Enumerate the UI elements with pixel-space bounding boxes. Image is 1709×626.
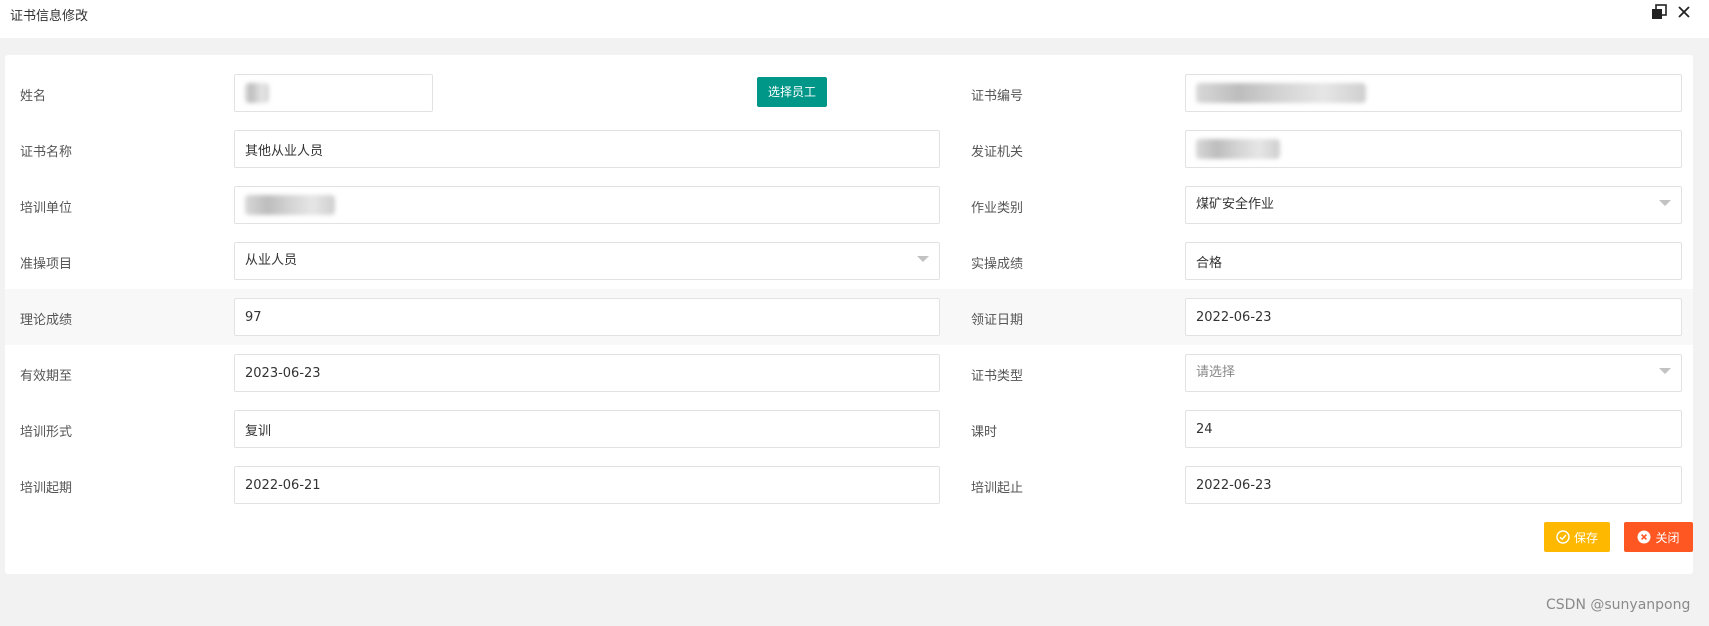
training-start-input[interactable] — [234, 466, 940, 504]
permitted-operation-value: 从业人员 — [245, 253, 298, 268]
chevron-down-icon — [1659, 368, 1671, 374]
redacted-issuing-authority — [1196, 138, 1280, 159]
name-field[interactable] — [234, 74, 433, 112]
certificate-number-field[interactable] — [1185, 74, 1682, 112]
valid-until-input[interactable] — [234, 354, 940, 392]
chevron-down-icon — [917, 256, 929, 262]
issuing-authority-field[interactable] — [1185, 130, 1682, 168]
theory-score-label: 理论成绩 — [20, 313, 73, 328]
issue-date-input[interactable] — [1185, 298, 1682, 336]
restore-window-icon[interactable] — [1651, 4, 1667, 20]
form-row: 有效期至 证书类型 请选择 — [5, 345, 1693, 401]
select-employee-button[interactable]: 选择员工 — [757, 77, 827, 107]
form-row: 培训单位 作业类别 煤矿安全作业 — [5, 177, 1693, 233]
training-form-label: 培训形式 — [20, 425, 73, 440]
save-label: 保存 — [1573, 530, 1598, 545]
close-icon[interactable] — [1676, 4, 1692, 20]
close-label: 关闭 — [1655, 530, 1680, 545]
check-circle-icon — [1556, 530, 1570, 544]
form-row: 培训形式 课时 — [5, 401, 1693, 457]
training-end-label: 培训起止 — [971, 481, 1024, 496]
class-hours-input[interactable] — [1185, 410, 1682, 448]
permitted-operation-select[interactable]: 从业人员 — [234, 242, 940, 280]
save-button[interactable]: 保存 — [1544, 522, 1610, 552]
certificate-name-input[interactable] — [234, 130, 940, 168]
issue-date-label: 领证日期 — [971, 313, 1024, 328]
work-category-select[interactable]: 煤矿安全作业 — [1185, 186, 1682, 224]
certificate-type-placeholder: 请选择 — [1196, 365, 1236, 380]
training-unit-field[interactable] — [234, 186, 940, 224]
close-button[interactable]: 关闭 — [1624, 522, 1693, 552]
window-title: 证书信息修改 — [10, 9, 89, 24]
redacted-certificate-number — [1196, 82, 1366, 103]
certificate-type-label: 证书类型 — [971, 369, 1024, 384]
valid-until-label: 有效期至 — [20, 369, 73, 384]
window-titlebar: 证书信息修改 — [0, 0, 1709, 38]
name-label: 姓名 — [20, 89, 47, 104]
certificate-form: 姓名 选择员工 证书编号 证书名称 发证机关 培训单位 作业类别 煤矿安全作业 … — [5, 55, 1693, 574]
watermark: CSDN @sunyanpong — [1546, 597, 1691, 613]
training-form-input[interactable] — [234, 410, 940, 448]
practical-score-input[interactable] — [1185, 242, 1682, 280]
chevron-down-icon — [1659, 200, 1671, 206]
form-row: 姓名 选择员工 证书编号 — [5, 65, 1693, 121]
practical-score-label: 实操成绩 — [971, 257, 1024, 272]
training-start-label: 培训起期 — [20, 481, 73, 496]
training-unit-label: 培训单位 — [20, 201, 73, 216]
form-row: 理论成绩 领证日期 — [5, 289, 1693, 345]
certificate-number-label: 证书编号 — [971, 89, 1024, 104]
permitted-operation-label: 准操项目 — [20, 257, 73, 272]
form-row: 准操项目 从业人员 实操成绩 — [5, 233, 1693, 289]
issuing-authority-label: 发证机关 — [971, 145, 1024, 160]
redacted-training-unit — [245, 194, 335, 215]
training-end-input[interactable] — [1185, 466, 1682, 504]
redacted-name — [245, 82, 269, 103]
certificate-name-label: 证书名称 — [20, 145, 73, 160]
work-category-value: 煤矿安全作业 — [1196, 197, 1275, 212]
theory-score-input[interactable] — [234, 298, 940, 336]
class-hours-label: 课时 — [971, 425, 998, 440]
form-row: 证书名称 发证机关 — [5, 121, 1693, 177]
close-circle-icon — [1637, 530, 1651, 544]
work-category-label: 作业类别 — [971, 201, 1024, 216]
certificate-type-select[interactable]: 请选择 — [1185, 354, 1682, 392]
form-row: 培训起期 培训起止 — [5, 457, 1693, 513]
